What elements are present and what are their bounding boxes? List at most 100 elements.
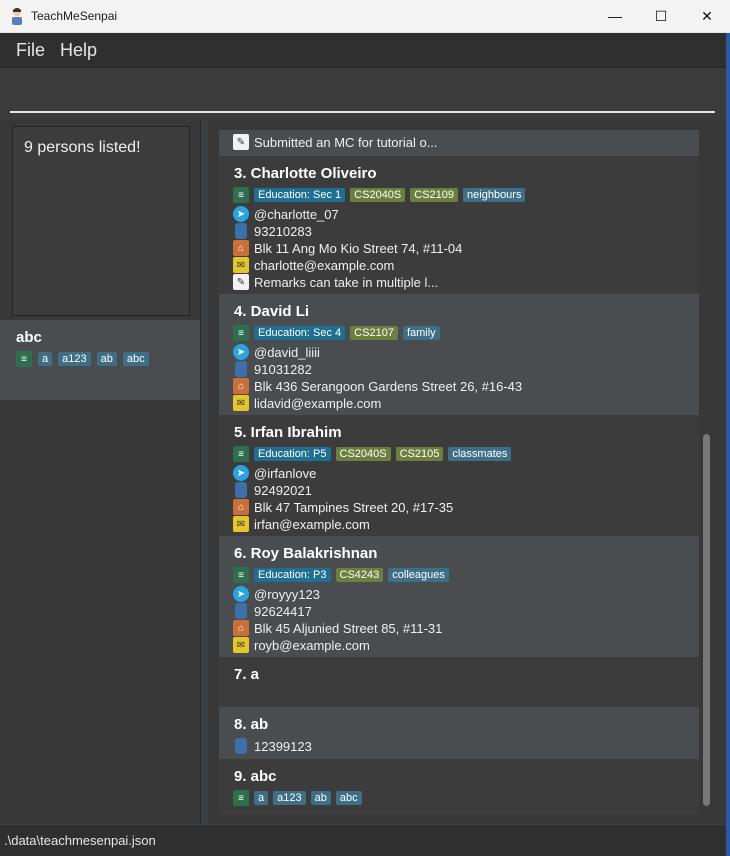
email: lidavid@example.com	[254, 395, 382, 411]
tags-row: ≡ a a123 ab abc	[233, 790, 362, 806]
home-icon: ⌂	[233, 240, 249, 256]
tag: a	[254, 791, 269, 805]
tags-row: ≡ Education: P3 CS4243 colleagues	[233, 567, 449, 583]
telegram-icon: ➤	[233, 344, 249, 360]
email-icon: ✉	[233, 516, 249, 532]
close-button[interactable]: ✕	[684, 0, 730, 32]
tags-row: ≡ Education: Sec 1 CS2040S CS2109 neighb…	[233, 187, 526, 203]
remark-icon: ✎	[233, 274, 249, 290]
minimize-button[interactable]: —	[592, 0, 638, 32]
tag: classmates	[448, 447, 512, 461]
tag: Education: P5	[254, 447, 331, 461]
telegram-row: ➤ @irfanlove	[233, 465, 316, 481]
phone-row: 92624417	[233, 603, 312, 619]
command-box[interactable]	[0, 68, 726, 120]
menu-help[interactable]: Help	[60, 40, 97, 61]
email: charlotte@example.com	[254, 257, 395, 273]
telegram-icon: ➤	[233, 465, 249, 481]
tag: CS2040S	[350, 188, 406, 202]
phone-number: 93210283	[254, 223, 312, 239]
window-edge	[726, 33, 730, 856]
status-bar: .\data\teachmesenpai.json	[0, 825, 726, 856]
tag: CS2107	[350, 326, 398, 340]
tag-card-tags: ≡ a a123 ab abc	[16, 351, 149, 367]
tag: CS4243	[335, 568, 384, 582]
menu-file[interactable]: File	[16, 40, 45, 61]
tag: abc	[122, 352, 149, 366]
telegram-handle: @charlotte_07	[254, 206, 339, 222]
maximize-icon: ☐	[654, 7, 668, 24]
remark-row: ✎ Submitted an MC for tutorial o...	[233, 134, 438, 150]
tag-list-item[interactable]: abc ≡ a a123 ab abc	[0, 320, 200, 400]
telegram-handle: @royyy123	[254, 586, 320, 602]
list-item[interactable]: 3. Charlotte Oliveiro ≡ Education: Sec 1…	[219, 156, 699, 294]
minimize-icon: —	[608, 8, 622, 24]
list-item[interactable]: ✎ Submitted an MC for tutorial o...	[219, 130, 699, 156]
tag: abc	[335, 791, 362, 805]
person-name: 7. a	[234, 666, 260, 683]
education-icon: ≡	[233, 325, 249, 341]
list-item[interactable]: 5. Irfan Ibrahim ≡ Education: P5 CS2040S…	[219, 415, 699, 536]
result-display: 9 persons listed!	[12, 126, 190, 316]
list-scrollbar[interactable]	[703, 434, 710, 806]
telegram-row: ➤ @charlotte_07	[233, 206, 339, 222]
email-row: ✉ royb@example.com	[233, 637, 370, 653]
tag: a	[38, 352, 53, 366]
remark-icon: ✎	[233, 134, 249, 150]
phone-icon	[235, 482, 247, 498]
list-item[interactable]: 9. abc ≡ a a123 ab abc	[219, 759, 699, 815]
maximize-button[interactable]: ☐	[638, 0, 684, 32]
list-item[interactable]: 8. ab 12399123	[219, 707, 699, 759]
tag: Education: P3	[254, 568, 331, 582]
tag: CS2109	[410, 188, 459, 202]
address-row: ⌂ Blk 11 Ang Mo Kio Street 74, #11-04	[233, 240, 462, 256]
person-name: 9. abc	[234, 768, 277, 785]
menu-bar: File Help	[0, 33, 726, 68]
email-icon: ✉	[233, 637, 249, 653]
tag-card-name: abc	[16, 329, 42, 346]
address-row: ⌂ Blk 47 Tampines Street 20, #17-35	[233, 499, 453, 515]
home-icon: ⌂	[233, 620, 249, 636]
tag: a123	[58, 352, 91, 366]
remark-text: Remarks can take in multiple l...	[254, 274, 439, 290]
list-item[interactable]: 7. a	[219, 657, 699, 707]
phone-icon	[235, 738, 247, 754]
education-icon: ≡	[233, 790, 249, 806]
education-icon: ≡	[16, 351, 32, 367]
address-row: ⌂ Blk 436 Serangoon Gardens Street 26, #1…	[233, 378, 522, 394]
list-item[interactable]: 6. Roy Balakrishnan ≡ Education: P3 CS42…	[219, 536, 699, 657]
telegram-handle: @irfanlove	[254, 465, 317, 481]
tag: ab	[96, 352, 117, 366]
tag: ab	[310, 791, 331, 805]
tags-row: ≡ Education: Sec 4 CS2107 family	[233, 325, 440, 341]
remark-text: Submitted an MC for tutorial o...	[254, 134, 438, 150]
remark-row: ✎ Remarks can take in multiple l...	[233, 274, 438, 290]
person-name: 8. ab	[234, 716, 269, 733]
home-icon: ⌂	[233, 378, 249, 394]
email-row: ✉ lidavid@example.com	[233, 395, 381, 411]
phone-row: 93210283	[233, 223, 312, 239]
education-icon: ≡	[233, 446, 249, 462]
email-icon: ✉	[233, 257, 249, 273]
list-item[interactable]: 4. David Li ≡ Education: Sec 4 CS2107 fa…	[219, 294, 699, 415]
person-list[interactable]: ✎ Submitted an MC for tutorial o... 3. C…	[219, 130, 699, 815]
tags-row: ≡ Education: P5 CS2040S CS2105 classmate…	[233, 446, 512, 462]
email-row: ✉ charlotte@example.com	[233, 257, 394, 273]
telegram-icon: ➤	[233, 206, 249, 222]
tag: a123	[273, 791, 306, 805]
telegram-row: ➤ @david_liiii	[233, 344, 320, 360]
person-name: 6. Roy Balakrishnan	[234, 545, 378, 562]
email: royb@example.com	[254, 637, 370, 653]
education-icon: ≡	[233, 567, 249, 583]
telegram-icon: ➤	[233, 586, 249, 602]
app-icon	[12, 8, 22, 25]
telegram-row: ➤ @royyy123	[233, 586, 320, 602]
tag: colleagues	[388, 568, 449, 582]
tag: neighbours	[463, 188, 526, 202]
telegram-handle: @david_liiii	[254, 344, 320, 360]
phone-icon	[235, 603, 247, 619]
phone-row: 91031282	[233, 361, 312, 377]
tag: CS2040S	[335, 447, 391, 461]
email: irfan@example.com	[254, 516, 370, 532]
phone-number: 12399123	[254, 738, 312, 754]
